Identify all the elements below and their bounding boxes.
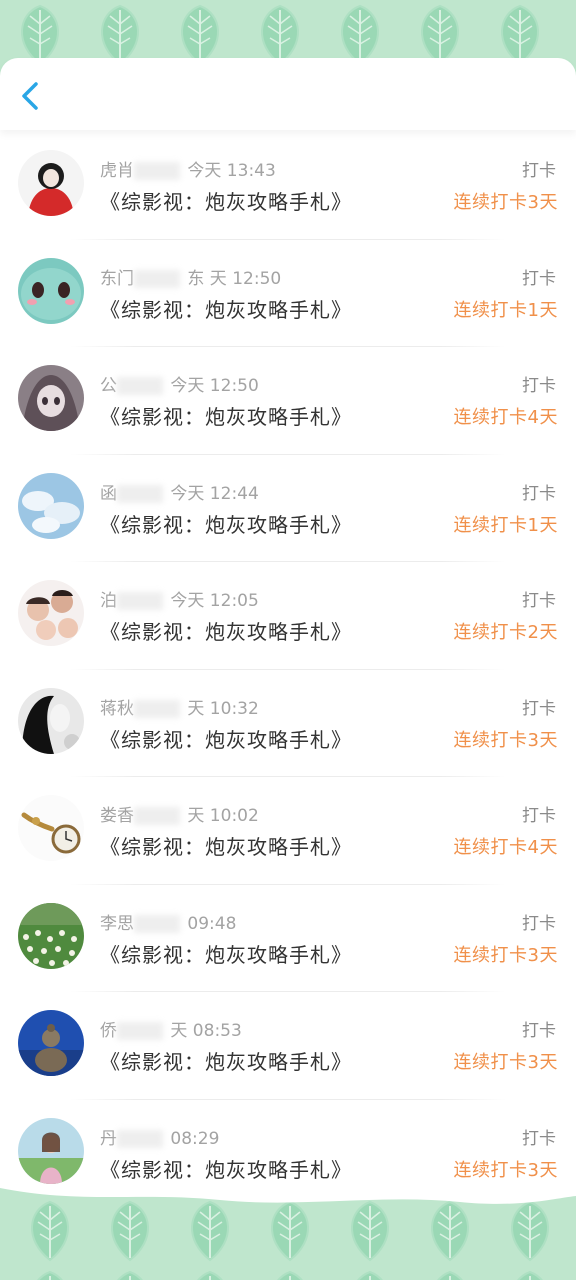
checkin-label: 打卡 <box>522 1128 556 1149</box>
checkin-time: 东 天 12:50 <box>187 268 282 289</box>
meta-line: 公 今天 12:50 <box>100 371 259 396</box>
user-name: 泊 <box>100 591 117 611</box>
list-item[interactable]: 函 今天 12:44 《综影视：炮灰攻略手札》 打卡 连续打卡1天 <box>0 455 576 562</box>
checkin-time: 09:48 <box>187 913 237 934</box>
checkin-label: 打卡 <box>522 161 556 181</box>
user-name: 娄香 <box>100 806 134 826</box>
checkin-time: 天 10:02 <box>187 806 259 826</box>
streak-badge: 连续打卡3天 <box>453 729 558 751</box>
checkin-label: 打卡 <box>522 591 556 611</box>
streak-badge: 连续打卡2天 <box>453 622 558 643</box>
checkin-time: 今天 12:50 <box>170 376 259 396</box>
chevron-left-icon <box>22 82 38 110</box>
checkin-label: 打卡 <box>522 913 556 934</box>
streak-badge: 连续打卡4天 <box>453 837 558 858</box>
checkin-time: 天 10:32 <box>187 698 259 719</box>
avatar[interactable] <box>18 257 84 324</box>
book-title[interactable]: 《综影视：炮灰攻略手札》 <box>100 1046 352 1075</box>
name-redaction <box>134 699 180 718</box>
streak-badge: 连续打卡1天 <box>453 514 558 536</box>
user-name: 蒋秋 <box>100 698 134 719</box>
streak-badge: 连续打卡4天 <box>453 407 558 428</box>
meta-line: 函 今天 12:44 <box>100 479 259 504</box>
avatar[interactable] <box>18 1117 84 1184</box>
avatar[interactable] <box>18 902 84 969</box>
name-redaction <box>134 807 180 825</box>
checkin-label: 打卡 <box>522 376 556 396</box>
bottom-leaf-decoration <box>0 1188 576 1280</box>
user-name: 公 <box>100 376 117 396</box>
checkin-label: 打卡 <box>522 698 556 719</box>
book-title[interactable]: 《综影视：炮灰攻略手札》 <box>100 294 352 323</box>
checkin-time: 今天 12:44 <box>170 483 259 504</box>
header-bar <box>0 58 576 130</box>
list-item[interactable]: 娄香 天 10:02 《综影视：炮灰攻略手札》 打卡 连续打卡4天 <box>0 777 576 885</box>
streak-badge: 连续打卡1天 <box>453 299 558 321</box>
book-title[interactable]: 《综影视：炮灰攻略手札》 <box>100 724 352 753</box>
checkin-time: 天 08:53 <box>170 1021 242 1041</box>
list-item[interactable]: 公 今天 12:50 《综影视：炮灰攻略手札》 打卡 连续打卡4天 <box>0 347 576 455</box>
avatar[interactable] <box>18 150 84 216</box>
streak-badge: 连续打卡3天 <box>453 192 558 213</box>
streak-badge: 连续打卡3天 <box>453 1052 558 1073</box>
list-item[interactable]: 侨 天 08:53 《综影视：炮灰攻略手札》 打卡 连续打卡3天 <box>0 992 576 1100</box>
user-name: 函 <box>100 483 117 504</box>
name-redaction <box>117 377 163 395</box>
name-redaction <box>117 1022 163 1040</box>
list-item[interactable]: 蒋秋 天 10:32 《综影视：炮灰攻略手札》 打卡 连续打卡3天 <box>0 670 576 777</box>
user-name: 丹 <box>100 1128 117 1149</box>
streak-badge: 连续打卡3天 <box>453 1159 558 1181</box>
meta-line: 侨 天 08:53 <box>100 1016 242 1041</box>
checkin-label: 打卡 <box>522 1021 556 1041</box>
user-name: 东门 <box>100 268 134 289</box>
avatar[interactable] <box>18 795 84 861</box>
meta-line: 虎肖 今天 13:43 <box>100 156 276 181</box>
back-button[interactable] <box>14 78 50 114</box>
avatar[interactable] <box>18 365 84 431</box>
list-item[interactable]: 东门 东 天 12:50 《综影视：炮灰攻略手札》 打卡 连续打卡1天 <box>0 240 576 347</box>
checkin-time: 08:29 <box>170 1128 220 1149</box>
streak-badge: 连续打卡3天 <box>453 944 558 966</box>
name-redaction <box>117 1129 163 1148</box>
leaf-pattern-bottom <box>0 1188 576 1280</box>
checkin-time: 今天 12:05 <box>170 591 259 611</box>
name-redaction <box>134 269 180 288</box>
name-redaction <box>134 162 180 180</box>
book-title[interactable]: 《综影视：炮灰攻略手札》 <box>100 939 352 968</box>
meta-line: 丹 08:29 <box>100 1124 219 1149</box>
checkin-label: 打卡 <box>522 806 556 826</box>
book-title[interactable]: 《综影视：炮灰攻略手札》 <box>100 831 352 860</box>
list-item[interactable]: 李思 09:48 《综影视：炮灰攻略手札》 打卡 连续打卡3天 <box>0 885 576 992</box>
user-name: 李思 <box>100 913 134 934</box>
meta-line: 泊 今天 12:05 <box>100 586 259 611</box>
user-name: 侨 <box>100 1021 117 1041</box>
checkin-label: 打卡 <box>522 483 556 504</box>
list-item[interactable]: 泊 今天 12:05 《综影视：炮灰攻略手札》 打卡 连续打卡2天 <box>0 562 576 670</box>
list-item[interactable]: 虎肖 今天 13:43 《综影视：炮灰攻略手札》 打卡 连续打卡3天 <box>0 132 576 240</box>
checkin-time: 今天 13:43 <box>187 161 276 181</box>
name-redaction <box>117 484 163 503</box>
book-title[interactable]: 《综影视：炮灰攻略手札》 <box>100 1154 352 1183</box>
meta-line: 李思 09:48 <box>100 909 236 934</box>
book-title[interactable]: 《综影视：炮灰攻略手札》 <box>100 401 352 430</box>
book-title[interactable]: 《综影视：炮灰攻略手札》 <box>100 186 352 215</box>
avatar[interactable] <box>18 1010 84 1076</box>
avatar[interactable] <box>18 687 84 754</box>
checkin-list: 虎肖 今天 13:43 《综影视：炮灰攻略手札》 打卡 连续打卡3天 东门 东 … <box>0 132 576 1207</box>
avatar[interactable] <box>18 472 84 539</box>
name-redaction <box>134 914 180 933</box>
book-title[interactable]: 《综影视：炮灰攻略手札》 <box>100 616 352 645</box>
avatar[interactable] <box>18 580 84 646</box>
meta-line: 蒋秋 天 10:32 <box>100 694 259 719</box>
meta-line: 娄香 天 10:02 <box>100 801 259 826</box>
name-redaction <box>117 592 163 610</box>
checkin-label: 打卡 <box>522 268 556 289</box>
book-title[interactable]: 《综影视：炮灰攻略手札》 <box>100 509 352 538</box>
meta-line: 东门 东 天 12:50 <box>100 264 281 289</box>
user-name: 虎肖 <box>100 161 134 181</box>
